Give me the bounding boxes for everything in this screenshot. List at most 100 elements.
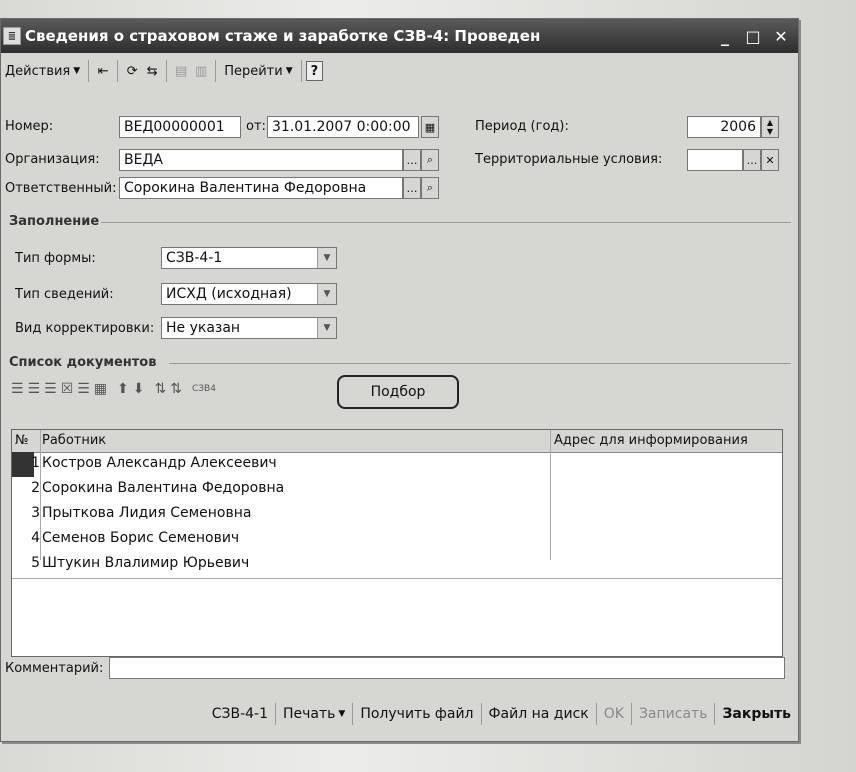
worker-cell[interactable]: Прыткова Лидия Семеновна — [42, 505, 251, 521]
spin-up-icon[interactable]: ▲ — [767, 118, 773, 127]
row-number: 3 — [31, 505, 40, 521]
edit-row-icon[interactable]: ☰ — [44, 381, 57, 397]
copy-row-icon[interactable]: ☰ — [28, 381, 41, 397]
goto-menu-label: Перейти — [224, 63, 283, 79]
select-ellipsis-icon[interactable]: … — [743, 149, 761, 171]
document-icon: ≣ — [3, 27, 21, 45]
column-header-num[interactable]: № — [15, 433, 29, 448]
section-divider — [169, 363, 791, 364]
end-edit-icon[interactable]: ☰ — [77, 381, 90, 397]
clear-icon[interactable]: ✕ — [761, 149, 779, 171]
form-type-label: Тип формы: — [15, 251, 96, 266]
row-number: 4 — [31, 530, 40, 546]
chevron-down-icon: ▼ — [285, 66, 293, 76]
section-divider — [101, 222, 791, 223]
organization-field[interactable]: ВЕДА — [119, 149, 403, 171]
goto-menu[interactable]: Перейти ▼ — [220, 59, 296, 83]
sort-desc-icon[interactable]: ⇅ — [170, 381, 182, 397]
search-icon[interactable]: ⌕ — [421, 177, 439, 199]
table-row[interactable]: 5 Штукин Влалимир Юрьевич — [12, 552, 782, 577]
print-button-label: Печать — [283, 706, 336, 722]
back-arrow-icon[interactable]: ⇤ — [93, 61, 113, 81]
row-number: 5 — [31, 555, 40, 571]
move-down-icon[interactable]: ⬇ — [133, 381, 145, 397]
select-ellipsis-icon[interactable]: … — [403, 149, 421, 171]
column-header-address[interactable]: Адрес для информирования — [554, 433, 748, 448]
sort-asc-icon[interactable]: ⇅ — [155, 381, 167, 397]
toolbar: Действия ▼ ⇤ ⟳ ⇆ ▤ ▥ Перейти ▼ ? — [1, 57, 798, 85]
unpost-document-icon[interactable]: ▥ — [191, 61, 211, 81]
get-file-button[interactable]: Получить файл — [352, 703, 480, 725]
toolbar-separator — [300, 60, 302, 82]
worker-cell[interactable]: Штукин Влалимир Юрьевич — [42, 555, 249, 571]
structure-icon[interactable]: ⇆ — [142, 61, 162, 81]
post-document-icon[interactable]: ▤ — [171, 61, 191, 81]
chevron-down-icon[interactable]: ▼ — [317, 284, 336, 304]
number-field[interactable]: ВЕД00000001 — [119, 116, 241, 138]
row-number: 1 — [31, 455, 40, 471]
territory-label: Территориальные условия: — [475, 152, 663, 167]
close-button[interactable]: Закрыть — [714, 703, 798, 725]
help-button[interactable]: ? — [305, 61, 324, 81]
minimize-button[interactable]: _ — [714, 27, 736, 46]
table-row[interactable]: 4 Семенов Борис Семенович — [12, 527, 782, 552]
filling-section-title: Заполнение — [9, 214, 100, 229]
worker-cell[interactable]: Сорокина Валентина Федоровна — [42, 480, 284, 496]
actions-menu-label: Действия — [5, 63, 71, 79]
table-row[interactable]: 1 Костров Александр Алексеевич — [12, 452, 782, 477]
column-header-worker[interactable]: Работник — [42, 433, 106, 448]
table-row[interactable]: 2 Сорокина Валентина Федоровна — [12, 477, 782, 502]
delete-row-icon[interactable]: ☒ — [61, 381, 74, 397]
documents-section-title: Список документов — [9, 355, 157, 370]
spin-down-icon[interactable]: ▼ — [767, 127, 773, 136]
refresh-icon[interactable]: ⟳ — [122, 61, 142, 81]
toolbar-separator — [88, 60, 90, 82]
ok-button[interactable]: OK — [595, 703, 631, 725]
chevron-down-icon: ▼ — [73, 66, 81, 76]
table-row-divider — [12, 578, 782, 579]
organization-label: Организация: — [5, 152, 100, 167]
form-type-value: СЗВ-4-1 — [166, 250, 223, 266]
help-icon: ? — [310, 63, 319, 79]
period-label: Период (год): — [475, 119, 569, 134]
worker-cell[interactable]: Костров Александр Алексеевич — [42, 455, 277, 471]
calendar-icon[interactable]: ▦ — [421, 116, 439, 138]
print-button[interactable]: Печать ▼ — [275, 703, 352, 725]
title-bar: ≣ Сведения о страховом стаже и заработке… — [1, 19, 798, 53]
fill-icon[interactable]: ▦ — [94, 381, 107, 397]
documents-table: № Работник Адрес для информирования 1 Ко… — [11, 429, 783, 657]
window-title: Сведения о страховом стаже и заработке С… — [25, 27, 541, 45]
pick-szv4-icon[interactable]: СЗВ4 — [192, 384, 216, 394]
info-type-select[interactable]: ИСХД (исходная) ▼ — [161, 283, 337, 305]
chevron-down-icon: ▼ — [338, 709, 346, 719]
table-row[interactable]: 3 Прыткова Лидия Семеновна — [12, 502, 782, 527]
territory-field[interactable] — [687, 149, 743, 171]
actions-menu[interactable]: Действия ▼ — [1, 59, 84, 83]
form-szv4-1-button[interactable]: СЗВ-4-1 — [205, 703, 275, 725]
worker-cell[interactable]: Семенов Борис Семенович — [42, 530, 239, 546]
chevron-down-icon[interactable]: ▼ — [317, 318, 336, 338]
maximize-button[interactable]: □ — [742, 27, 764, 46]
list-toolbar: ☰ ☰ ☰ ☒ ☰ ▦ ⬆ ⬇ ⇅ ⇅ СЗВ4 — [11, 381, 216, 397]
toolbar-separator — [166, 60, 168, 82]
save-button[interactable]: Записать — [630, 703, 715, 725]
pick-button[interactable]: Подбор — [337, 375, 459, 409]
period-spinner[interactable]: ▲ ▼ — [761, 116, 779, 138]
date-from-label: от: — [246, 119, 266, 134]
comment-field[interactable] — [109, 657, 785, 679]
period-field[interactable]: 2006 — [687, 116, 761, 138]
file-to-disk-button[interactable]: Файл на диск — [480, 703, 596, 725]
select-ellipsis-icon[interactable]: … — [403, 177, 421, 199]
chevron-down-icon[interactable]: ▼ — [317, 248, 336, 268]
date-field[interactable]: 31.01.2007 0:00:00 — [267, 116, 419, 138]
table-header: № Работник Адрес для информирования — [12, 430, 782, 453]
correction-label: Вид корректировки: — [15, 321, 155, 336]
correction-select[interactable]: Не указан ▼ — [161, 317, 337, 339]
responsible-field[interactable]: Сорокина Валентина Федоровна — [119, 177, 403, 199]
search-icon[interactable]: ⌕ — [421, 149, 439, 171]
close-window-button[interactable]: ✕ — [770, 27, 792, 46]
responsible-label: Ответственный: — [5, 181, 117, 196]
add-row-icon[interactable]: ☰ — [11, 381, 24, 397]
move-up-icon[interactable]: ⬆ — [117, 381, 129, 397]
form-type-select[interactable]: СЗВ-4-1 ▼ — [161, 247, 337, 269]
